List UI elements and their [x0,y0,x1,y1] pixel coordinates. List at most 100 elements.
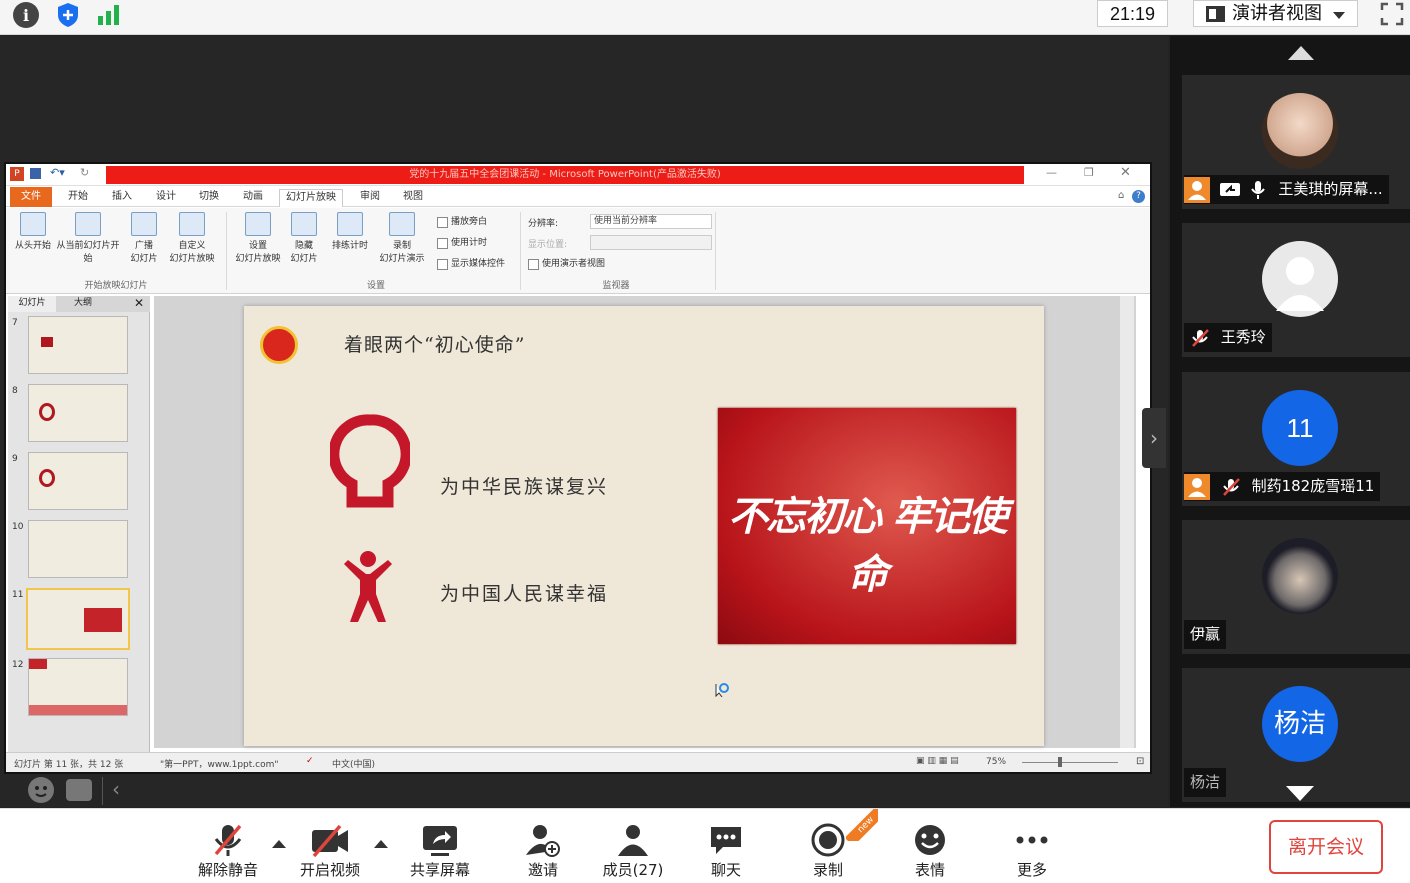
close-icon[interactable]: ✕ [1120,165,1131,180]
more-label: 更多 [1016,861,1047,879]
screen-share-icon [1219,181,1241,199]
scroll-down-icon[interactable] [1286,786,1314,801]
share-screen-button[interactable]: 共享屏幕 [400,823,480,880]
tab-view[interactable]: 视图 [403,189,423,207]
reactions-label: 表情 [914,861,945,879]
thumbnail-number: 10 [12,522,24,532]
participant-avatar [1262,538,1338,614]
tab-design[interactable]: 设计 [156,189,176,207]
tab-outline[interactable]: 大纲 [60,296,106,312]
emoji-icon[interactable] [28,777,54,803]
slide-item-1: 为中华民族谋复兴 [440,476,609,498]
participant-card[interactable]: 王美琪的屏幕... [1182,75,1410,209]
slide-thumbnail[interactable] [28,658,128,716]
view-selector[interactable]: 演讲者视图 [1193,0,1358,27]
redo-icon[interactable]: ↻ [80,166,89,179]
more-button[interactable]: 更多 [992,823,1072,880]
shield-icon[interactable] [56,2,80,28]
signal-icon[interactable] [96,4,122,26]
ribbon-tabs: 文件 开始 插入 设计 切换 动画 幻灯片放映 审阅 视图 ⌂ ? [6,187,1150,207]
thumbnail-number: 9 [12,454,18,464]
setup-icon [245,212,271,236]
spellcheck-icon[interactable]: ✓ [306,756,314,766]
hide-slide-button[interactable]: 隐藏 幻灯片 [284,212,324,266]
slide-thumbnail[interactable] [28,452,128,510]
scroll-up-icon[interactable] [1288,46,1314,60]
slide-thumbnail[interactable] [28,520,128,578]
chat-button[interactable]: 聊天 [686,823,766,880]
use-timings-checkbox[interactable]: 使用计时 [437,237,487,249]
participant-card[interactable]: 11 制药182庞雪瑶11 [1182,372,1410,506]
leave-meeting-button[interactable]: 离开会议 [1269,820,1383,874]
zoom-slider-thumb[interactable] [1058,757,1062,767]
broadcast-button[interactable]: 广播 幻灯片 [124,212,164,266]
tab-animations[interactable]: 动画 [243,189,263,207]
rehearse-timings-button[interactable]: 排练计时 [326,212,374,253]
zoom-level[interactable]: 75% [986,757,1006,767]
presenter-view-checkbox[interactable]: 使用演示者视图 [528,258,605,270]
participant-list: 王美琪的屏幕... 王秀玲 11 制药182庞雪瑶11 伊赢 杨洁 杨洁 [1170,36,1410,807]
undo-icon[interactable]: ↶▾ [50,166,65,179]
layout-icon [1206,6,1225,22]
close-panel-icon[interactable]: ✕ [134,296,144,311]
video-options-icon[interactable] [374,833,388,848]
show-media-checkbox[interactable]: 显示媒体控件 [437,258,505,270]
participant-name-bar: 制药182庞雪瑶11 [1184,472,1381,501]
zoom-slider[interactable] [1022,762,1118,763]
members-button[interactable]: 成员(27) [593,823,673,880]
fullscreen-icon[interactable] [1380,2,1404,26]
record-show-button[interactable]: 录制 幻灯片演示 [372,212,432,266]
reactions-button[interactable]: 表情 [890,823,970,880]
from-start-button[interactable]: 从头开始 [10,212,56,253]
participant-card[interactable]: 王秀玲 [1182,223,1410,357]
chevron-down-icon [1333,12,1345,25]
collapse-ribbon-icon[interactable]: ⌂ [1118,190,1124,201]
from-current-button[interactable]: 从当前幻灯片开始 [56,212,120,266]
play-narration-checkbox[interactable]: 播放旁白 [437,216,487,228]
fit-window-icon[interactable]: ⊡ [1136,756,1144,767]
participant-avatar [1262,241,1338,317]
tab-home[interactable]: 开始 [68,189,88,207]
audio-options-icon[interactable] [272,833,286,848]
slide-thumbnail[interactable] [28,316,128,374]
resolution-dropdown[interactable]: 使用当前分辨率 [590,214,712,229]
powerpoint-icon: P [10,167,24,181]
tab-review[interactable]: 审阅 [360,189,380,207]
restore-icon[interactable]: ❐ [1084,166,1094,179]
save-icon[interactable] [30,168,41,179]
help-icon[interactable]: ? [1132,190,1145,203]
minimize-icon[interactable]: — [1046,166,1057,179]
tab-insert[interactable]: 插入 [112,189,132,207]
participant-card[interactable]: 杨洁 杨洁 [1182,668,1410,802]
slide-editing-area: 着眼两个“初心使命” 为中华民族谋复兴 为中国人民谋幸福 不忘初心 牢记使命 [154,296,1136,748]
language-indicator[interactable]: 中文(中国) [332,757,375,770]
tab-transitions[interactable]: 切换 [199,189,219,207]
tab-slideshow[interactable]: 幻灯片放映 [279,189,343,207]
participant-card[interactable]: 伊赢 [1182,520,1410,654]
slide-thumbnail-selected[interactable] [26,588,130,650]
unmute-button[interactable]: 解除静音 [188,823,268,880]
record-icon [811,823,845,857]
vertical-scrollbar[interactable] [1120,296,1134,748]
custom-show-button[interactable]: 自定义 幻灯片放映 [164,212,220,266]
annotation-tools: ‹ [28,773,138,809]
tool-divider [102,777,103,805]
start-video-button[interactable]: 开启视频 [290,823,370,880]
slide-thumbnail[interactable] [28,384,128,442]
view-buttons[interactable]: ▣ ▥ ▦ ▤ [916,756,976,768]
invite-label: 邀请 [527,861,558,879]
invite-button[interactable]: 邀请 [503,823,583,880]
tab-slides[interactable]: 幻灯片 [8,296,56,312]
timer-icon [337,212,363,236]
collapse-sidebar-icon[interactable]: › [1142,408,1166,468]
thumbnail-number: 11 [12,590,24,600]
host-icon [1184,176,1210,203]
collapse-arrow-icon[interactable]: ‹ [112,777,120,801]
thumbnail-number: 8 [12,386,18,396]
info-icon[interactable]: i [13,2,39,28]
tab-file[interactable]: 文件 [10,187,52,207]
participant-avatar: 11 [1262,390,1338,466]
display-dropdown[interactable] [590,235,712,250]
chat-bubble-icon[interactable] [66,779,92,801]
setup-show-button[interactable]: 设置 幻灯片放映 [232,212,284,266]
